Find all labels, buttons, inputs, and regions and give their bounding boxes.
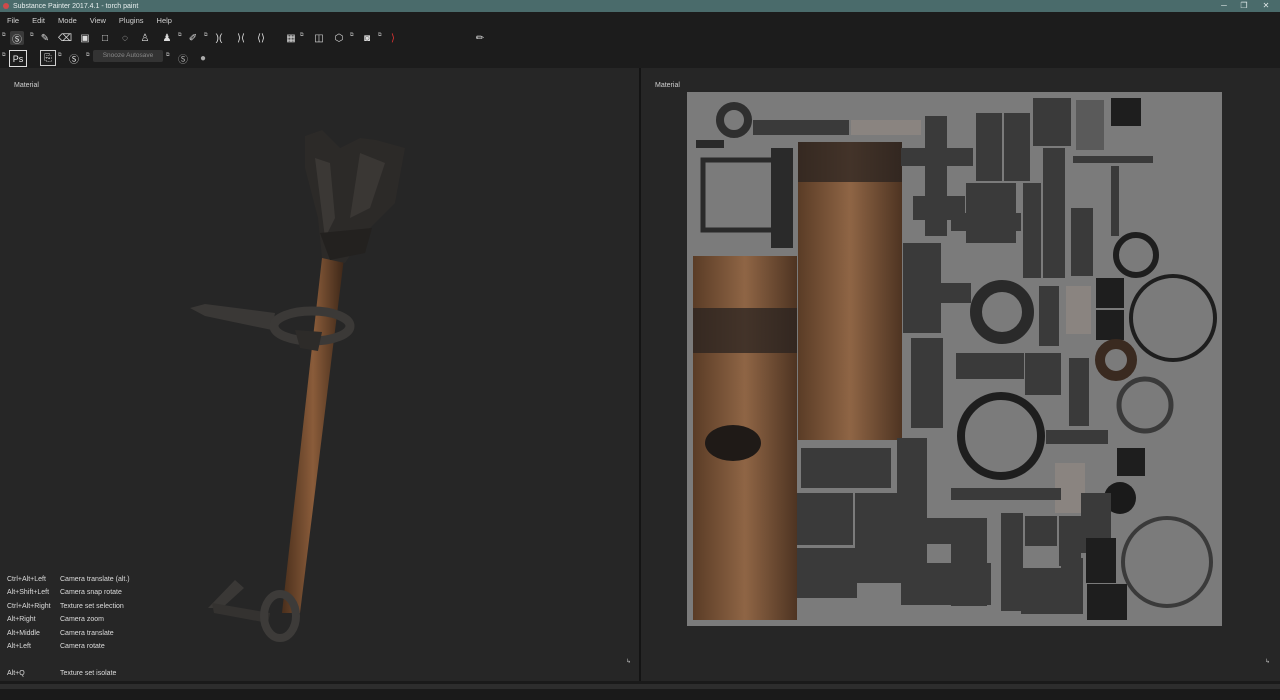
pen-pressure-icon[interactable]: ✏ (473, 31, 487, 45)
axis-gizmo-icon: ↳ (1265, 659, 1271, 665)
camera-settings-icon[interactable]: ◫ (312, 31, 326, 45)
popout-icon[interactable]: ⧉ (350, 32, 354, 38)
shortcut-keys: Alt+Q (7, 669, 25, 677)
popout-icon[interactable]: ⧉ (166, 52, 170, 58)
popout-icon[interactable]: ⧉ (30, 32, 34, 38)
popout-icon[interactable]: ⧉ (378, 32, 382, 38)
bottom-bar (0, 681, 1280, 700)
mirror-x-icon[interactable]: ⟩⟨ (234, 31, 248, 45)
shortcut-hints: Ctrl+Alt+Left Camera translate (alt.) Alt… (7, 573, 130, 680)
shortcut-action: Texture set isolate (60, 669, 117, 677)
polygon-fill-icon[interactable]: □ (98, 31, 112, 45)
menu-plugins[interactable]: Plugins (119, 16, 144, 25)
title-bar: Substance Painter 2017.4.1 - torch paint… (0, 0, 1280, 12)
substance-share-icon[interactable]: Ⓢ (176, 51, 190, 66)
shortcut-keys: Alt+Left (7, 643, 31, 651)
plugin-toolbar: ⎘ Ⓢ Ⓢ ● ⧉ ⧉ ⧉ ⧉ (0, 48, 1280, 68)
menu-edit[interactable]: Edit (32, 16, 45, 25)
app-icon (3, 3, 9, 9)
popout-icon[interactable]: ⧉ (204, 32, 208, 38)
popout-icon[interactable]: ⧉ (86, 52, 90, 58)
status-strip (0, 684, 1280, 689)
shortcut-row: Alt+Shift+Left Camera snap rotate (7, 586, 130, 599)
menu-help[interactable]: Help (157, 16, 172, 25)
shortcut-action: Camera zoom (60, 616, 104, 624)
shortcut-row: Ctrl+Alt+Left Camera translate (alt.) (7, 573, 130, 586)
popout-icon[interactable]: ⧉ (58, 52, 62, 58)
screenshot-icon[interactable]: ◙ (360, 31, 374, 45)
window-title: Substance Painter 2017.4.1 - torch paint (13, 2, 139, 10)
shortcut-row: Alt+Q Texture set isolate (7, 667, 130, 680)
paint-mode-icon[interactable]: Ⓢ (10, 31, 24, 46)
menu-bar: File Edit Mode View Plugins Help (0, 12, 1280, 28)
viewport-2d[interactable]: Material ↳ (641, 68, 1280, 681)
popout-icon[interactable]: ⧉ (300, 32, 304, 38)
eraser-icon[interactable]: ⌫ (58, 31, 72, 45)
shortcut-row: Alt+Right Camera zoom (7, 613, 130, 626)
axis-gizmo-icon: ↳ (626, 659, 632, 665)
shortcut-row: Alt+Middle Camera translate (7, 627, 130, 640)
shortcut-row: Ctrl+Alt+Right Texture set selection (7, 600, 130, 613)
shortcut-keys: Alt+Shift+Left (7, 589, 50, 597)
cube-icon[interactable]: ⬡ (332, 31, 346, 45)
uv-texture-sheet (687, 92, 1222, 626)
substance-logo-icon[interactable]: Ⓢ (67, 51, 81, 66)
shortcut-action: Camera translate (alt.) (60, 576, 130, 583)
tool-toolbar: Ⓢ ✎ ⌫ ▣ □ ◌ ♙ ♟ ✐ )( ⟩⟨ ⟨⟩ ▦ ◫ ⬡ ◙ ⟩ 8 ✏… (0, 28, 1280, 71)
shortcut-keys: Alt+Right (7, 616, 36, 624)
shortcut-row: Alt+Left Camera rotate (7, 640, 130, 653)
viewport-3d[interactable]: Material Ctrl+Alt+Left Camera translate (… (0, 68, 639, 681)
popout-icon[interactable]: ⧉ (2, 32, 6, 38)
projection-icon[interactable]: ▣ (78, 31, 92, 45)
smudge-icon[interactable]: ◌ (118, 31, 132, 45)
brush-icon[interactable]: ✎ (38, 31, 52, 45)
photoshop-export-button[interactable]: Ps (9, 50, 27, 67)
shortcut-spacer (7, 653, 130, 666)
lazy-mouse-icon[interactable]: ⟩ (386, 31, 400, 45)
display-settings-icon[interactable]: ▦ (284, 31, 298, 45)
export-icon[interactable]: ⎘ (40, 50, 56, 66)
shortcut-keys: Ctrl+Alt+Left (7, 576, 46, 583)
shortcut-action: Texture set selection (60, 602, 124, 610)
symmetry-icon[interactable]: )( (212, 31, 226, 45)
shortcut-action: Camera snap rotate (60, 589, 122, 597)
close-icon[interactable]: ✕ (1254, 0, 1278, 12)
picker-icon[interactable]: ✐ (186, 31, 200, 45)
shortcut-keys: Ctrl+Alt+Right (7, 602, 51, 610)
shortcut-keys: Alt+Middle (7, 629, 40, 637)
material-picker-icon[interactable]: ♟ (160, 31, 174, 45)
menu-mode[interactable]: Mode (58, 16, 77, 25)
clone-icon[interactable]: ♙ (138, 31, 152, 45)
popout-icon[interactable]: ⧉ (2, 52, 6, 58)
sphere-icon[interactable]: ● (196, 51, 210, 65)
menu-file[interactable]: File (7, 16, 19, 25)
popout-icon[interactable]: ⧉ (178, 32, 182, 38)
menu-view[interactable]: View (90, 16, 106, 25)
restore-icon[interactable]: ❐ (1232, 0, 1256, 12)
snooze-autosave-button[interactable]: Snooze Autosave (93, 50, 163, 62)
mirror-y-icon[interactable]: ⟨⟩ (254, 31, 268, 45)
shortcut-action: Camera translate (60, 629, 114, 637)
shortcut-action: Camera rotate (60, 643, 105, 651)
